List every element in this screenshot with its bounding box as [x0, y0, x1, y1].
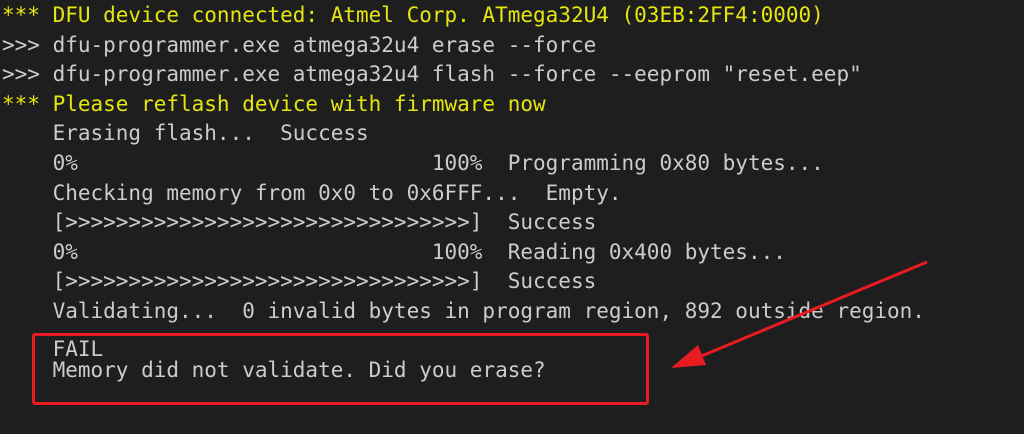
command-flash: >>> dfu-programmer.exe atmega32u4 flash …: [2, 62, 862, 87]
output-reflash-prompt: *** Please reflash device with firmware …: [2, 91, 546, 116]
output-device-connected: *** DFU device connected: Atmel Corp. AT…: [2, 3, 824, 27]
command-erase: >>> dfu-programmer.exe atmega32u4 erase …: [2, 32, 597, 57]
output-progress-bar-success: [>>>>>>>>>>>>>>>>>>>>>>>>>>>>>>>>] Succe…: [2, 269, 597, 294]
output-validating: Validating... 0 invalid bytes in program…: [2, 298, 925, 323]
output-erasing-flash: Erasing flash... Success: [2, 121, 369, 146]
output-progress-bar-success: [>>>>>>>>>>>>>>>>>>>>>>>>>>>>>>>>] Succe…: [2, 210, 597, 235]
output-reading-progress: 0% 100% Reading 0x400 bytes...: [2, 239, 786, 264]
output-checking-memory: Checking memory from 0x0 to 0x6FFF... Em…: [2, 180, 622, 205]
highlight-box: [32, 333, 649, 405]
output-programming-progress: 0% 100% Programming 0x80 bytes...: [2, 150, 824, 175]
